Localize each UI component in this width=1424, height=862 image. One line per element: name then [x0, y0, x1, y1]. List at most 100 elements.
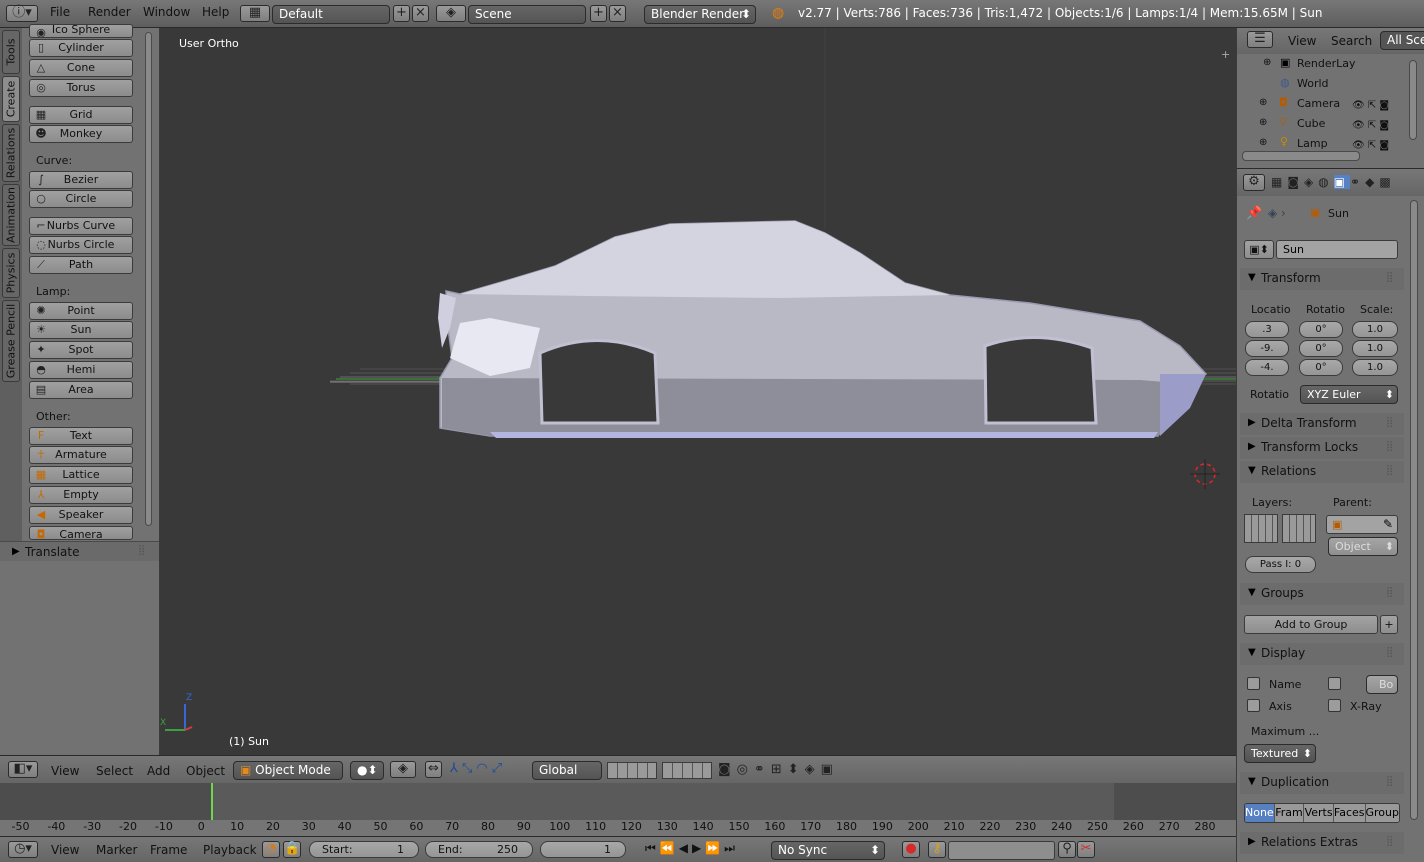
scene-icon[interactable]: ◈	[436, 5, 466, 22]
add-group-icon[interactable]: +	[1380, 615, 1398, 634]
timeline-menu-playback[interactable]: Playback	[203, 843, 257, 857]
relations-extras-panel-header[interactable]: ▶ Relations Extras ⣿	[1240, 832, 1404, 854]
name-checkbox[interactable]	[1247, 677, 1260, 690]
cone-button[interactable]: △ Cone	[29, 59, 133, 77]
add-scene-icon[interactable]: +	[590, 5, 607, 22]
nurbs-curve-button[interactable]: ⌐ Nurbs Curve	[29, 217, 133, 235]
armature-button[interactable]: ☥ Armature	[29, 446, 133, 464]
dup-group-option[interactable]: Group	[1364, 804, 1399, 822]
draw-type-select[interactable]: Textured ⬍	[1244, 744, 1316, 763]
manipulator-toggle-icon[interactable]: ⇔	[425, 761, 442, 778]
transform-manipulators[interactable]: ⅄⤡◠⤢	[450, 761, 530, 780]
ico-sphere-button[interactable]: ◉ Ico Sphere	[29, 24, 133, 38]
point-lamp-button[interactable]: ✺ Point	[29, 302, 133, 320]
keying-icon[interactable]: ◔	[262, 841, 280, 858]
scale-x-field[interactable]: 1.0	[1352, 321, 1398, 338]
circle-button[interactable]: ○ Circle	[29, 190, 133, 208]
delete-scene-icon[interactable]: ×	[609, 5, 626, 22]
dup-verts-option[interactable]: Verts	[1303, 804, 1333, 822]
lock-icon[interactable]: 🔒	[283, 841, 301, 858]
menu-object[interactable]: Object	[186, 764, 225, 778]
menu-view[interactable]: View	[51, 764, 79, 778]
bounds-type-select[interactable]: Bo	[1366, 675, 1398, 694]
drag-grip-icon[interactable]: ⣿	[1386, 776, 1393, 787]
delete-layout-icon[interactable]: ×	[412, 5, 429, 22]
dup-faces-option[interactable]: Faces	[1332, 804, 1365, 822]
drag-grip-icon[interactable]: ⣿	[1386, 587, 1393, 598]
insert-keyframe-icon[interactable]: ⚲	[1058, 841, 1076, 858]
rotation-z-field[interactable]: 0°	[1299, 359, 1343, 376]
current-frame-marker[interactable]	[211, 783, 213, 820]
keying-set-icon[interactable]: ⚷	[928, 841, 946, 858]
axis-checkbox[interactable]	[1247, 699, 1260, 712]
layout-icon[interactable]: ▦	[240, 5, 270, 22]
outliner-item-renderlayers[interactable]: RenderLay	[1297, 57, 1356, 70]
display-panel-header[interactable]: ▼ Display ⣿	[1240, 643, 1404, 665]
playback-controls[interactable]: ⏮⏪◀▶⏩⏭	[645, 841, 739, 856]
outliner-menu-view[interactable]: View	[1288, 34, 1316, 48]
expand-icon[interactable]: ⊕	[1259, 117, 1267, 128]
timeline-menu-frame[interactable]: Frame	[150, 843, 187, 857]
location-x-field[interactable]: .3	[1245, 321, 1289, 338]
outliner-display-mode[interactable]: All Sce	[1380, 31, 1424, 50]
location-z-field[interactable]: -4.	[1245, 359, 1289, 376]
tool-shelf-scrollbar[interactable]	[145, 32, 152, 526]
3d-viewport[interactable]: User Ortho + Z X (1) Sun	[160, 28, 1236, 755]
layers-grid-left[interactable]	[1244, 514, 1278, 543]
expand-icon[interactable]: ⊕	[1263, 57, 1271, 68]
scene-layers-left[interactable]	[607, 762, 657, 779]
snapping-and-render-tools[interactable]: ◙◎⚭⊞⬍◈▣	[718, 762, 839, 777]
transform-locks-panel-header[interactable]: ▶ Transform Locks ⣿	[1240, 437, 1404, 459]
object-name-field[interactable]: Sun	[1276, 240, 1398, 259]
object-datablock-icon[interactable]: ▣⬍	[1244, 240, 1274, 259]
monkey-button[interactable]: ☻ Monkey	[29, 125, 133, 143]
drag-grip-icon[interactable]: ⣿	[1386, 465, 1393, 476]
tab-tools[interactable]: Tools	[2, 30, 20, 74]
nurbs-circle-button[interactable]: ◌ Nurbs Circle	[29, 236, 133, 254]
properties-context-tabs[interactable]: ▦◙◈◍▣⚭◆▩	[1271, 175, 1396, 189]
menu-file[interactable]: File	[50, 5, 70, 19]
layout-select[interactable]: Default	[272, 5, 390, 24]
bezier-button[interactable]: ∫ Bezier	[29, 171, 133, 189]
bounds-checkbox[interactable]	[1328, 677, 1341, 690]
parent-type-select[interactable]: Object ⬍	[1328, 537, 1398, 556]
translate-panel-header[interactable]: ▶ Translate ⣿	[0, 541, 159, 561]
spot-lamp-button[interactable]: ✦ Spot	[29, 341, 133, 359]
outliner-item-world[interactable]: World	[1297, 77, 1329, 90]
menu-render[interactable]: Render	[88, 5, 131, 19]
groups-panel-header[interactable]: ▼ Groups ⣿	[1240, 583, 1404, 605]
end-frame-field[interactable]: End: 250	[425, 841, 533, 858]
timeline-menu-view[interactable]: View	[51, 843, 79, 857]
speaker-button[interactable]: ◀ Speaker	[29, 506, 133, 524]
text-button[interactable]: F Text	[29, 427, 133, 445]
record-icon[interactable]: ●	[902, 841, 920, 858]
expand-icon[interactable]: ⊕	[1259, 97, 1267, 108]
path-button[interactable]: ⟋ Path	[29, 256, 133, 274]
start-frame-field[interactable]: Start: 1	[309, 841, 419, 858]
eyedropper-icon[interactable]: ✎	[1383, 517, 1393, 531]
lattice-button[interactable]: ▦ Lattice	[29, 466, 133, 484]
outliner-menu-search[interactable]: Search	[1331, 34, 1372, 48]
tab-relations[interactable]: Relations	[2, 124, 20, 182]
properties-scrollbar[interactable]	[1410, 200, 1418, 820]
pin-icon[interactable]: 📌	[1246, 206, 1262, 221]
transform-panel-header[interactable]: ▼ Transform ⣿	[1240, 268, 1404, 290]
scene-layers-right[interactable]	[662, 762, 712, 779]
drag-grip-icon[interactable]: ⣿	[1386, 417, 1393, 428]
tab-create[interactable]: Create	[2, 76, 20, 122]
xray-checkbox[interactable]	[1328, 699, 1341, 712]
scale-z-field[interactable]: 1.0	[1352, 359, 1398, 376]
menu-help[interactable]: Help	[202, 5, 229, 19]
scene-select[interactable]: Scene	[468, 5, 586, 24]
add-to-group-button[interactable]: Add to Group	[1244, 615, 1378, 634]
parent-field[interactable]: ▣ ✎	[1326, 515, 1398, 534]
tab-grease-pencil[interactable]: Grease Pencil	[2, 300, 20, 382]
add-layout-icon[interactable]: +	[393, 5, 410, 22]
empty-button[interactable]: ⅄ Empty	[29, 486, 133, 504]
location-y-field[interactable]: -9.	[1245, 340, 1289, 357]
outliner-vscrollbar[interactable]	[1409, 60, 1417, 140]
editor-type-info-icon[interactable]: ⓘ▾	[6, 5, 38, 22]
delete-keyframe-icon[interactable]: ✂	[1077, 841, 1095, 858]
tab-physics[interactable]: Physics	[2, 248, 20, 298]
timeline-editor-icon[interactable]: ◷▾	[8, 841, 38, 858]
